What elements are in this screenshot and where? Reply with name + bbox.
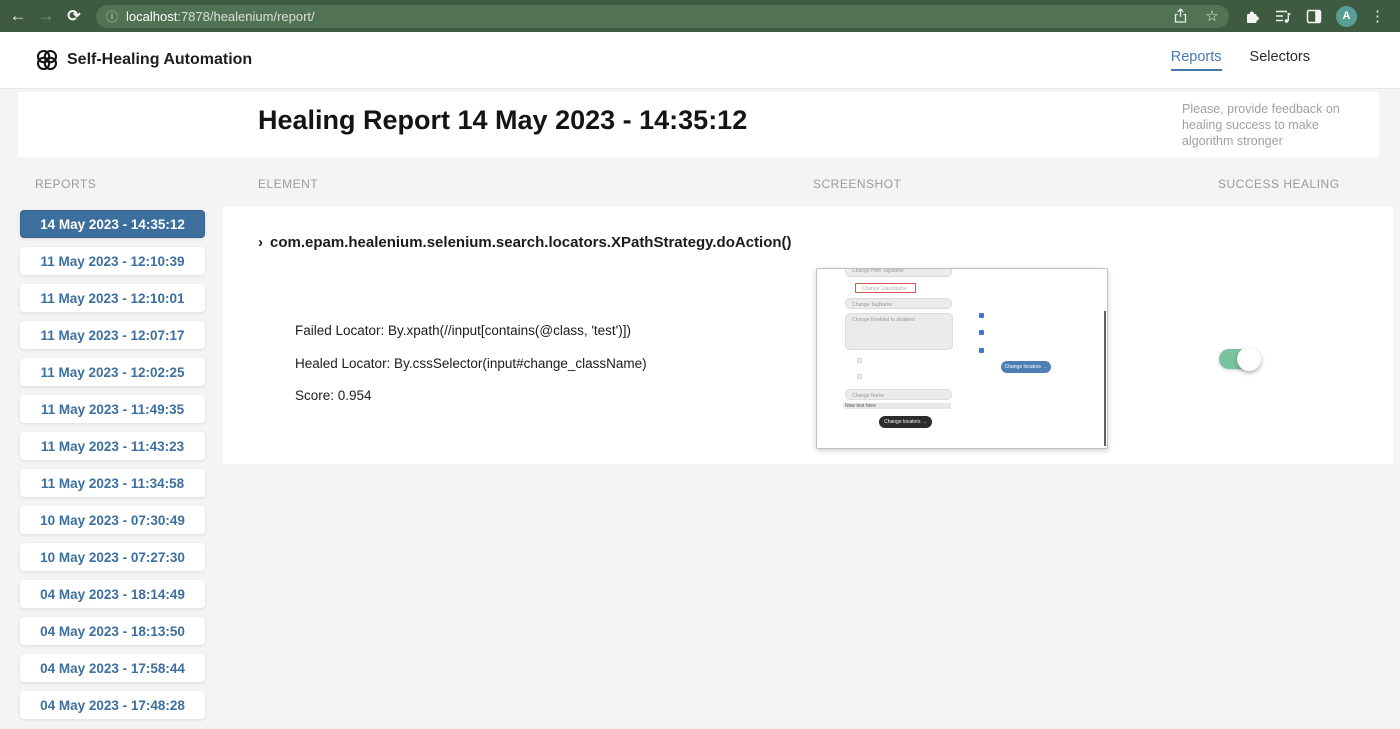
browser-actions: A ⋮ — [1243, 5, 1391, 27]
thumb-field-enabled: Change Enabled to disabled — [845, 313, 953, 350]
thumb-checkbox-icon — [979, 348, 984, 353]
report-list-item[interactable]: 04 May 2023 - 17:58:44 — [20, 654, 205, 682]
thumb-checkbox-icon — [979, 330, 984, 335]
profile-avatar[interactable]: A — [1336, 5, 1357, 27]
report-item-label: 14 May 2023 - 14:35:12 — [40, 216, 185, 232]
report-item-label: 11 May 2023 - 11:34:58 — [40, 475, 185, 491]
report-item-label: 04 May 2023 - 17:48:28 — [40, 697, 185, 713]
report-item-label: 11 May 2023 - 12:02:25 — [40, 364, 185, 380]
column-header-reports: REPORTS — [35, 177, 97, 191]
top-navigation: Reports Selectors — [1170, 49, 1310, 71]
thumb-checkbox-icon — [857, 374, 862, 379]
failed-locator-text: Failed Locator: By.xpath(//input[contain… — [295, 323, 631, 338]
healed-locator-text: Healed Locator: By.cssSelector(input#cha… — [295, 356, 647, 371]
extensions-puzzle-icon[interactable] — [1243, 7, 1261, 25]
report-list-item[interactable]: 04 May 2023 - 18:14:49 — [20, 580, 205, 608]
app-header: Self-Healing Automation Reports Selector… — [0, 32, 1400, 88]
healing-result-panel: › com.epam.healenium.selenium.search.loc… — [223, 207, 1393, 464]
thumb-field-classname-highlighted: Change ClassName — [855, 283, 916, 293]
address-bar[interactable]: ⓘ localhost:7878/healenium/report/ ☆ — [96, 4, 1229, 28]
thumb-note-bar: Now test here — [843, 403, 951, 409]
report-banner: Healing Report 14 May 2023 - 14:35:12 Pl… — [18, 92, 1379, 157]
reports-sidebar: 14 May 2023 - 14:35:12 11 May 2023 - 12:… — [20, 210, 205, 728]
report-list-item[interactable]: 10 May 2023 - 07:27:30 — [20, 543, 205, 571]
thumb-checkbox-icon — [857, 358, 862, 363]
bookmark-star-icon[interactable]: ☆ — [1203, 7, 1221, 25]
browser-refresh-button[interactable]: ⟳ — [60, 2, 88, 30]
url-path: :7878/healenium/report/ — [177, 8, 315, 24]
share-icon[interactable] — [1171, 7, 1189, 25]
browser-menu-icon[interactable]: ⋮ — [1370, 7, 1391, 25]
report-item-label: 10 May 2023 - 07:30:49 — [40, 512, 185, 528]
report-item-label: 04 May 2023 - 18:13:50 — [40, 623, 185, 639]
healing-screenshot-thumbnail[interactable]: Change Html TagName Change ClassName Cha… — [816, 268, 1108, 449]
browser-back-button[interactable]: ← — [4, 2, 32, 30]
nav-tab-reports[interactable]: Reports — [1170, 49, 1222, 71]
report-item-label: 11 May 2023 - 11:49:35 — [40, 401, 185, 417]
browser-toolbar: ← → ⟳ ⓘ localhost:7878/healenium/report/… — [0, 0, 1400, 32]
thumb-scrollbar — [1104, 311, 1106, 446]
report-list-item[interactable]: 11 May 2023 - 11:49:35 — [20, 395, 205, 423]
report-item-label: 11 May 2023 - 12:10:39 — [40, 253, 185, 269]
url-host: localhost — [126, 8, 178, 24]
element-name: com.epam.healenium.selenium.search.locat… — [270, 234, 792, 251]
report-list-item[interactable]: 04 May 2023 - 18:13:50 — [20, 617, 205, 645]
expand-chevron-icon: › — [258, 234, 263, 251]
thumb-field-html-tagname: Change Html TagName — [845, 269, 952, 277]
report-list-item[interactable]: 11 May 2023 - 11:34:58 — [20, 469, 205, 497]
report-list-item[interactable]: 11 May 2023 - 12:10:01 — [20, 284, 205, 312]
column-header-success-healing: SUCCESS HEALING — [1218, 177, 1340, 191]
report-item-label: 11 May 2023 - 12:07:17 — [40, 327, 185, 343]
element-name-row[interactable]: › com.epam.healenium.selenium.search.loc… — [258, 234, 792, 251]
report-list-item[interactable]: 14 May 2023 - 14:35:12 — [20, 210, 205, 238]
feedback-note: Please, provide feedback on healing succ… — [1182, 102, 1340, 148]
report-item-label: 04 May 2023 - 17:58:44 — [40, 660, 185, 676]
report-item-label: 11 May 2023 - 11:43:23 — [40, 438, 185, 454]
report-list-item[interactable]: 04 May 2023 - 17:48:28 — [20, 691, 205, 719]
thumb-checkbox-icon — [979, 313, 984, 318]
thumb-change-locators-dark-button: Change locators → — [879, 416, 932, 428]
media-controls-icon[interactable] — [1274, 7, 1292, 25]
nav-tab-selectors[interactable]: Selectors — [1250, 49, 1310, 71]
column-header-element: ELEMENT — [258, 177, 319, 191]
report-item-label: 11 May 2023 - 12:10:01 — [40, 290, 185, 306]
column-header-screenshot: SCREENSHOT — [813, 177, 902, 191]
toggle-knob — [1237, 347, 1261, 371]
report-list-item[interactable]: 11 May 2023 - 12:07:17 — [20, 321, 205, 349]
thumb-field-tagname: Change TagName — [845, 298, 952, 309]
score-text: Score: 0.954 — [295, 388, 372, 403]
site-info-icon[interactable]: ⓘ — [106, 8, 118, 25]
report-list-item[interactable]: 11 May 2023 - 12:10:39 — [20, 247, 205, 275]
side-panel-icon[interactable] — [1305, 7, 1323, 25]
thumb-change-locators-button: Change locators → — [1001, 361, 1051, 373]
thumb-field-name: Change Name — [845, 389, 952, 400]
browser-forward-button[interactable]: → — [32, 2, 60, 30]
app-title: Self-Healing Automation — [67, 51, 253, 68]
report-item-label: 10 May 2023 - 07:27:30 — [40, 549, 185, 565]
success-healing-toggle[interactable] — [1219, 347, 1261, 371]
report-list-item[interactable]: 11 May 2023 - 11:43:23 — [20, 432, 205, 460]
healenium-logo-icon — [36, 49, 58, 71]
report-list-item[interactable]: 10 May 2023 - 07:30:49 — [20, 506, 205, 534]
page-title: Healing Report 14 May 2023 - 14:35:12 — [258, 105, 748, 135]
report-item-label: 04 May 2023 - 18:14:49 — [40, 586, 185, 602]
url-text: localhost:7878/healenium/report/ — [126, 9, 315, 24]
report-list-item[interactable]: 11 May 2023 - 12:02:25 — [20, 358, 205, 386]
